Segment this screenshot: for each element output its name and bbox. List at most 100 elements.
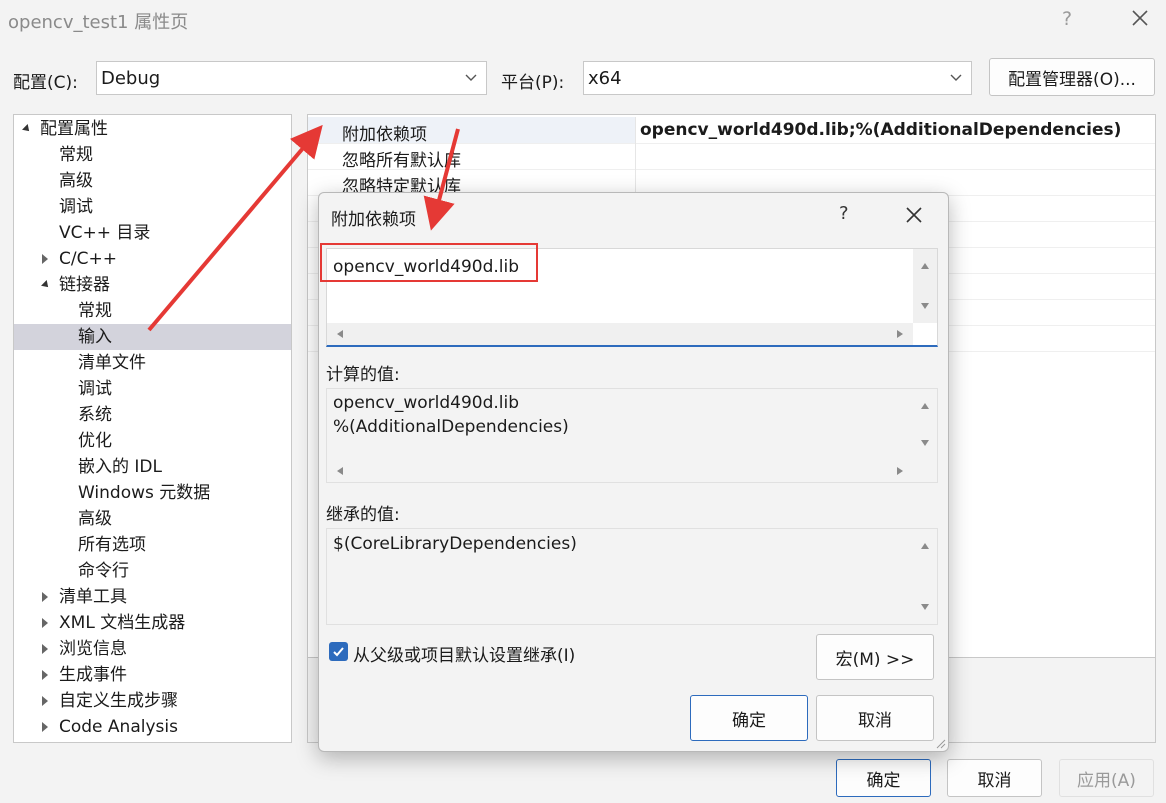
resize-grip-icon[interactable] [934,737,946,749]
tree-item[interactable]: 嵌入的 IDL [14,454,291,480]
config-tree[interactable]: 配置属性 常规 高级 调试 VC++ 目录 C/C++ 链接器 常规 输入 清单文件 调试 系统 优化嵌… [13,114,292,743]
tree-item[interactable]: 高级 [14,506,291,532]
inherit-checkbox[interactable] [329,642,348,661]
tree-item[interactable]: 清单文件 [14,350,291,376]
horizontal-scrollbar[interactable] [327,460,913,482]
collapsed-arrow-icon[interactable] [42,254,48,264]
config-label: 配置(C): [13,73,78,93]
computed-value-line: %(AdditionalDependencies) [333,417,569,437]
property-value: opencv_world490d.lib;%(AdditionalDepende… [640,120,1122,140]
window-help-button[interactable]: ? [1062,8,1072,30]
tree-item[interactable]: 命令行 [14,558,291,584]
tree-item[interactable]: 常规 [14,142,291,168]
tree-item-label: 系统 [78,405,112,425]
tree-item-label: 清单文件 [78,353,146,373]
property-row[interactable]: 附加依赖项 opencv_world490d.lib;%(AdditionalD… [308,117,1155,145]
tree-item[interactable]: 高级 [14,168,291,194]
scroll-up-icon[interactable] [920,541,930,551]
scroll-right-icon[interactable] [895,329,905,339]
inherited-values-box: $(CoreLibraryDependencies) [326,528,938,625]
platform-combo[interactable]: x64 [583,61,972,95]
collapsed-arrow-icon[interactable] [42,696,48,706]
tree-item-label: 输入 [78,327,112,347]
scroll-left-icon[interactable] [335,466,345,476]
scroll-down-icon[interactable] [920,438,930,448]
expanded-arrow-icon[interactable] [41,280,51,290]
tree-item[interactable]: XML 文档生成器 [14,610,291,636]
tree-item-label: 常规 [59,145,93,165]
tree-item[interactable]: C/C++ [14,246,291,272]
collapsed-arrow-icon[interactable] [42,670,48,680]
config-combo-value: Debug [101,68,161,89]
scroll-down-icon[interactable] [920,301,930,311]
tree-item[interactable]: 常规 [14,298,291,324]
vertical-scrollbar[interactable] [913,249,937,323]
chevron-down-icon [950,74,962,81]
config-manager-button[interactable]: 配置管理器(O)... [989,58,1155,96]
tree-item[interactable]: 优化 [14,428,291,454]
tree-item-label: 配置属性 [40,119,108,139]
expanded-arrow-icon[interactable] [22,124,32,134]
tree-item[interactable]: 调试 [14,194,291,220]
tree-item-label: 调试 [59,197,93,217]
tree-item-label: 生成事件 [59,665,127,685]
platform-combo-value: x64 [588,68,622,89]
tree-item-label: XML 文档生成器 [59,613,186,633]
collapsed-arrow-icon[interactable] [42,644,48,654]
close-icon[interactable] [1128,6,1152,30]
tree-item[interactable]: 清单工具 [14,584,291,610]
tree-item[interactable]: 所有选项 [14,532,291,558]
tree-item-label: 所有选项 [78,535,146,555]
vertical-scrollbar[interactable] [913,529,937,624]
close-icon[interactable] [903,204,925,226]
tree-item-label: Windows 元数据 [78,483,211,503]
dialog-cancel-button[interactable]: 取消 [816,695,934,741]
tree-item[interactable]: 自定义生成步骤 [14,688,291,714]
tree-item-label: 嵌入的 IDL [78,457,162,477]
tree-item[interactable]: 配置属性 [14,116,291,142]
inherited-value-line: $(CoreLibraryDependencies) [333,534,577,554]
additional-dependencies-dialog: 附加依赖项 ? opencv_world490d.lib 计算的值: openc… [318,192,949,752]
scroll-left-icon[interactable] [335,329,345,339]
tree-item[interactable]: Code Analysis [14,714,291,740]
collapsed-arrow-icon[interactable] [42,618,48,628]
inherit-checkbox-label[interactable]: 从父级或项目默认设置继承(I) [353,641,575,666]
checkmark-icon [333,647,344,657]
tree-item[interactable]: 调试 [14,376,291,402]
vertical-scrollbar[interactable] [913,389,937,460]
scroll-up-icon[interactable] [920,401,930,411]
tree-item-label: 浏览信息 [59,639,127,659]
tree-item-label: VC++ 目录 [59,223,151,243]
computed-values-box: opencv_world490d.lib %(AdditionalDepende… [326,388,938,483]
tree-item[interactable]: 链接器 [14,272,291,298]
tree-item-label: 清单工具 [59,587,127,607]
collapsed-arrow-icon[interactable] [42,722,48,732]
scroll-up-icon[interactable] [920,261,930,271]
tree-item-label: 高级 [78,509,112,529]
config-combo[interactable]: Debug [96,61,487,95]
tree-item[interactable]: 输入 [14,324,291,350]
tree-item[interactable]: Windows 元数据 [14,480,291,506]
property-row[interactable]: 忽略所有默认库 [308,143,1155,171]
tree-item[interactable]: 生成事件 [14,662,291,688]
tree-item[interactable]: 浏览信息 [14,636,291,662]
macros-button[interactable]: 宏(M) >> [816,634,934,680]
computed-values-label: 计算的值: [326,365,400,385]
cancel-button[interactable]: 取消 [947,759,1042,797]
tree-item[interactable]: VC++ 目录 [14,220,291,246]
dialog-help-button[interactable]: ? [839,203,849,224]
tree-item-label: Code Analysis [59,717,178,737]
tree-item-label: C/C++ [59,249,117,269]
tree-item-label: 高级 [59,171,93,191]
apply-button[interactable]: 应用(A) [1059,759,1154,797]
tree-item-label: 调试 [78,379,112,399]
scroll-down-icon[interactable] [920,602,930,612]
ok-button[interactable]: 确定 [836,759,931,797]
chevron-down-icon [465,74,477,81]
dialog-ok-button[interactable]: 确定 [690,695,808,741]
horizontal-scrollbar[interactable] [327,323,913,345]
collapsed-arrow-icon[interactable] [42,592,48,602]
scroll-right-icon[interactable] [895,466,905,476]
tree-item-label: 链接器 [59,275,110,295]
tree-item[interactable]: 系统 [14,402,291,428]
